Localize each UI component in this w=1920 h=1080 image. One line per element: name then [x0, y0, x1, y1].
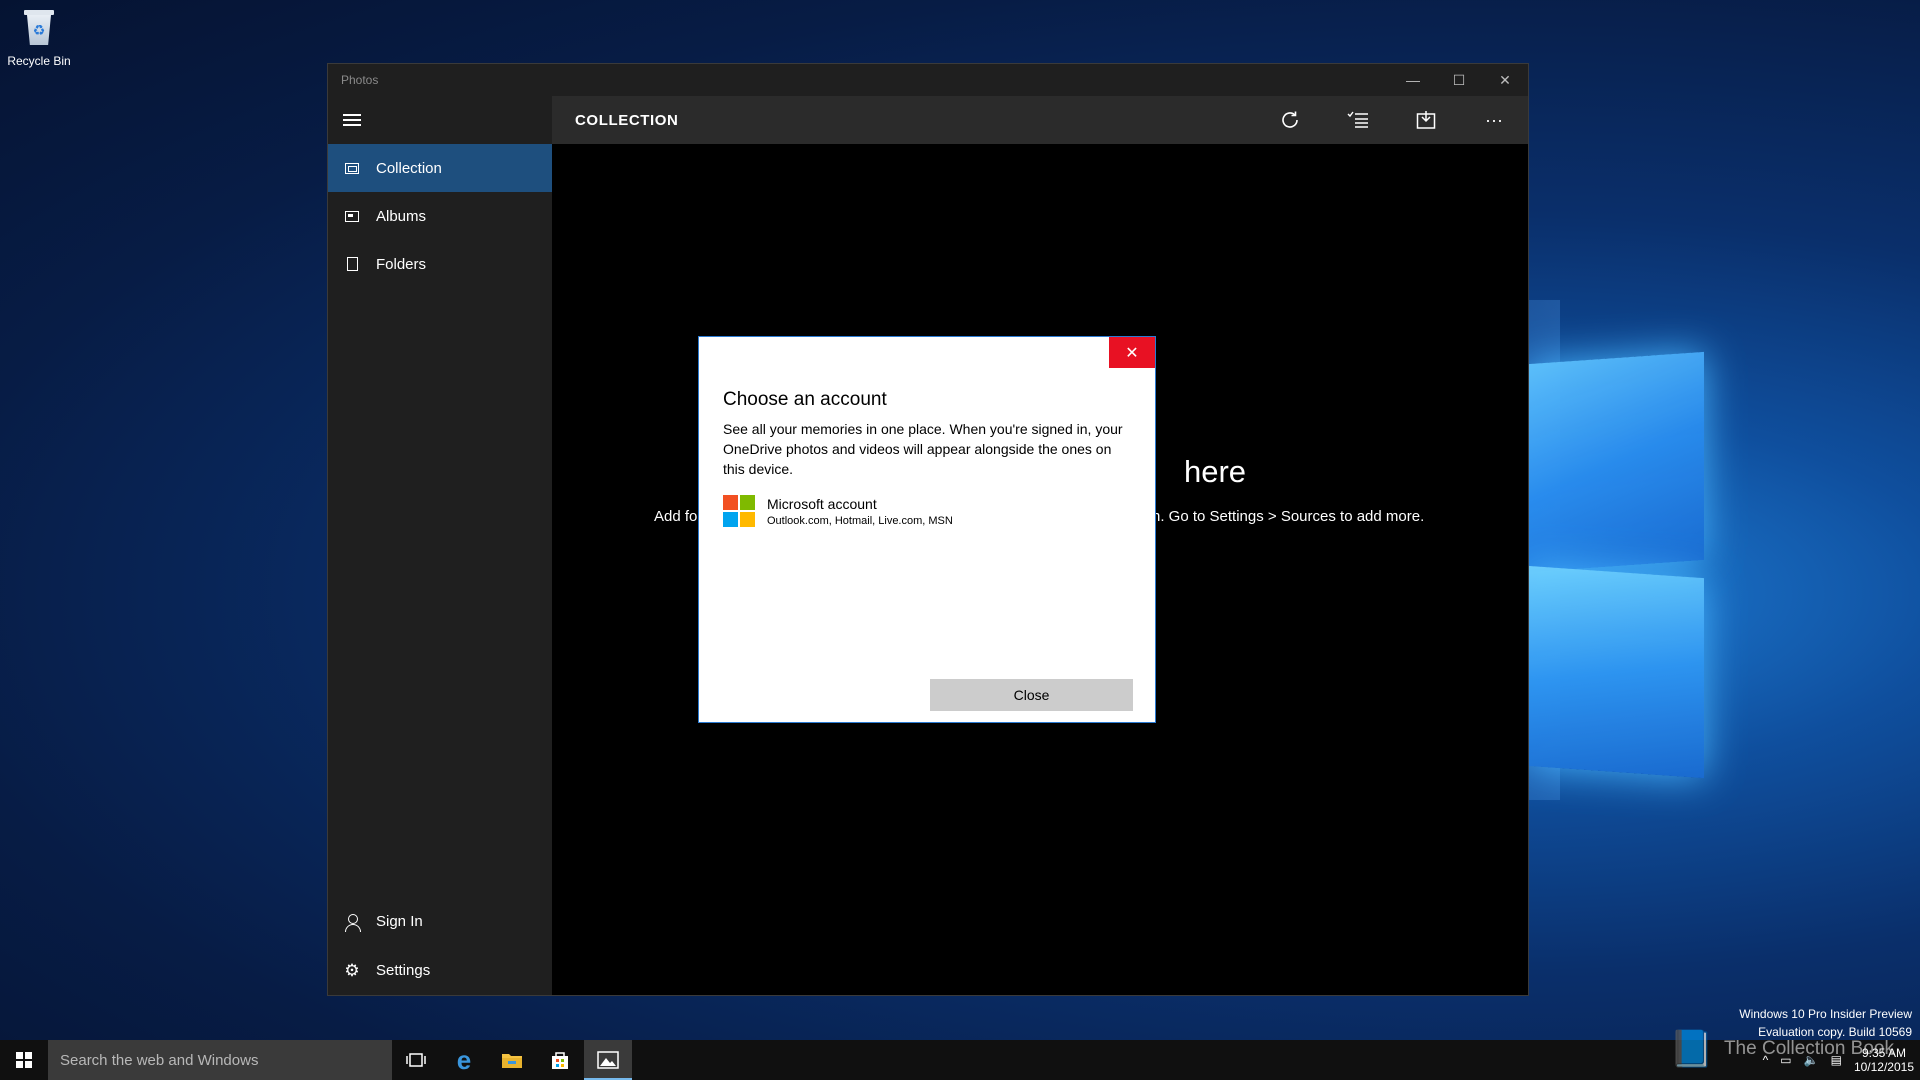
import-button[interactable]	[1392, 96, 1460, 144]
taskbar: Search the web and Windows e ^ ▭ 🔈 ▤ 9:3…	[0, 1040, 1920, 1080]
folder-icon	[328, 257, 376, 271]
microsoft-account-option[interactable]: Microsoft account Outlook.com, Hotmail, …	[723, 495, 953, 528]
main-header: COLLECTION ···	[552, 96, 1528, 144]
windows-start-icon	[16, 1052, 32, 1068]
import-icon	[1416, 111, 1436, 129]
collection-book-watermark: 📘 The Collection Book	[1669, 1028, 1894, 1070]
recycle-bin-icon: ♻	[22, 6, 56, 48]
search-box[interactable]: Search the web and Windows	[48, 1040, 392, 1080]
file-explorer-button[interactable]	[488, 1040, 536, 1080]
recycle-bin[interactable]: ♻ Recycle Bin	[4, 6, 74, 68]
edge-browser-button[interactable]: e	[440, 1040, 488, 1080]
edge-icon: e	[456, 1044, 472, 1075]
close-window-button[interactable]: ✕	[1482, 64, 1528, 96]
logo-pane-bottom	[1528, 565, 1704, 779]
photos-icon	[597, 1051, 619, 1069]
recycle-bin-label: Recycle Bin	[7, 54, 71, 68]
sidebar-item-label: Settings	[376, 962, 431, 979]
start-button[interactable]	[0, 1040, 48, 1080]
folder-icon	[502, 1054, 522, 1068]
account-subtitle: Outlook.com, Hotmail, Live.com, MSN	[767, 515, 953, 527]
hamburger-menu-button[interactable]	[328, 96, 552, 144]
title-bar[interactable]: Photos — ☐ ✕	[328, 64, 1528, 96]
sidebar-item-label: Folders	[376, 255, 427, 273]
sidebar-item-collection[interactable]: Collection	[328, 144, 552, 192]
close-button[interactable]: Close	[930, 679, 1133, 711]
sidebar-item-settings[interactable]: ⚙ Settings	[328, 946, 552, 995]
sidebar-item-folders[interactable]: Folders	[328, 240, 552, 288]
watermark-brand: The Collection Book	[1723, 1038, 1894, 1059]
albums-icon	[328, 210, 376, 222]
window-title: Photos	[341, 73, 379, 87]
photos-app-button[interactable]	[584, 1040, 632, 1080]
window-controls: — ☐ ✕	[1390, 64, 1528, 96]
sidebar-item-sign-in[interactable]: Sign In	[328, 897, 552, 946]
more-icon: ···	[1485, 109, 1503, 130]
sidebar-bottom: Sign In ⚙ Settings	[328, 897, 552, 995]
store-icon	[552, 1052, 568, 1069]
dialog-close-icon-button[interactable]: ✕	[1109, 337, 1155, 368]
choose-account-dialog: ✕ Choose an account See all your memorie…	[698, 336, 1156, 723]
hamburger-icon	[343, 114, 361, 126]
gear-icon: ⚙	[344, 961, 360, 980]
dialog-body: See all your memories in one place. When…	[723, 421, 1123, 477]
account-name: Microsoft account	[767, 496, 877, 512]
select-icon	[1347, 111, 1368, 128]
dialog-title: Choose an account	[723, 389, 887, 410]
watermark-line1: Windows 10 Pro Insider Preview	[1739, 1007, 1912, 1021]
sidebar: Collection Albums Folders Sign In ⚙ Sett…	[328, 96, 552, 995]
maximize-button[interactable]: ☐	[1436, 64, 1482, 96]
refresh-button[interactable]	[1256, 96, 1324, 144]
select-button[interactable]	[1324, 96, 1392, 144]
more-options-button[interactable]: ···	[1460, 96, 1528, 144]
empty-sub-right: n. Go to Settings > Sources to add more.	[1152, 508, 1425, 525]
sidebar-item-label: Collection	[376, 159, 442, 177]
person-icon	[328, 913, 376, 932]
sidebar-item-albums[interactable]: Albums	[328, 192, 552, 240]
microsoft-logo-icon	[723, 495, 755, 527]
task-view-icon	[406, 1053, 426, 1067]
logo-pane-top	[1528, 351, 1704, 573]
sidebar-item-label: Albums	[376, 207, 427, 225]
page-title: COLLECTION	[575, 111, 679, 129]
header-actions: ···	[1256, 96, 1528, 144]
refresh-icon	[1282, 111, 1298, 128]
minimize-button[interactable]: —	[1390, 64, 1436, 96]
sidebar-item-label: Sign In	[376, 913, 423, 930]
collection-icon	[328, 162, 376, 174]
empty-sub-left: Add fo	[654, 508, 698, 525]
store-button[interactable]	[536, 1040, 584, 1080]
windows-logo-wallpaper	[1528, 340, 1708, 780]
book-icon: 📘	[1669, 1028, 1714, 1069]
task-view-button[interactable]	[392, 1040, 440, 1080]
